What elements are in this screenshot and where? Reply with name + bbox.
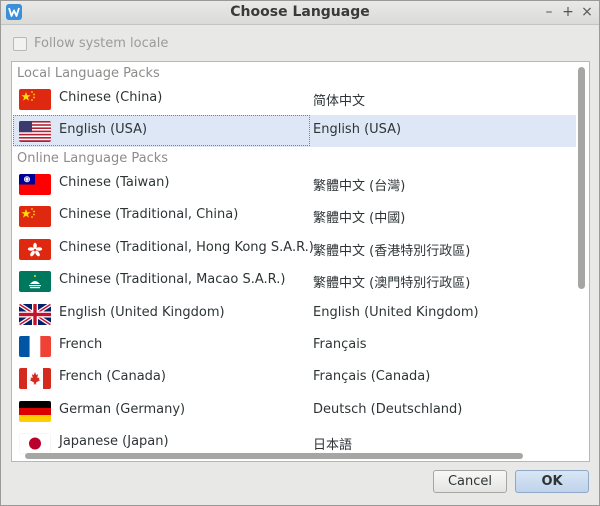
flag-tw-icon — [19, 174, 51, 195]
language-name: Chinese (Traditional, Macao S.A.R.) — [59, 272, 286, 288]
language-name: French (Canada) — [59, 369, 166, 385]
language-row[interactable]: French Français — [13, 330, 576, 362]
cancel-button[interactable]: Cancel — [433, 470, 507, 493]
flag-cn-icon — [19, 206, 51, 228]
flag-jp-icon — [19, 433, 51, 455]
language-row[interactable]: Chinese (Traditional, Macao S.A.R.) 繁體中文 … — [13, 265, 576, 297]
language-row[interactable]: Chinese (Taiwan) 繁體中文 (台灣) — [13, 168, 576, 200]
flag-ca-icon — [19, 368, 51, 390]
horizontal-scrollbar[interactable] — [25, 453, 523, 459]
language-name: German (Germany) — [59, 401, 186, 417]
language-native-name: English (United Kingdom) — [313, 304, 479, 320]
close-button[interactable]: × — [578, 3, 596, 21]
follow-system-locale-checkbox[interactable] — [13, 37, 27, 51]
language-name: Chinese (Traditional, China) — [59, 207, 239, 223]
language-row[interactable]: English (USA) English (USA) — [13, 115, 576, 148]
ok-button[interactable]: OK — [515, 470, 589, 493]
minimize-button[interactable]: – — [540, 3, 558, 21]
language-name: Chinese (Traditional, Hong Kong S.A.R.) — [59, 239, 314, 255]
language-native-name: 简体中文 — [313, 94, 366, 109]
follow-system-locale-label: Follow system locale — [34, 36, 169, 51]
language-row[interactable]: Chinese (Traditional, Hong Kong S.A.R.) 繁… — [13, 233, 576, 265]
flag-fr-icon — [19, 336, 51, 357]
flag-cn-icon — [19, 89, 51, 110]
language-row[interactable]: Chinese (Traditional, China) 繁體中文 (中國) — [13, 200, 576, 232]
online-packs-header: Online Language Packs — [17, 151, 169, 166]
language-name: Chinese (Taiwan) — [59, 175, 170, 190]
maximize-button[interactable]: + — [559, 3, 577, 21]
language-row[interactable]: German (Germany) Deutsch (Deutschland) — [13, 395, 576, 427]
language-native-name: 繁體中文 (香港特別行政區) — [313, 243, 471, 259]
language-row[interactable]: French (Canada) Français (Canada) — [13, 362, 576, 394]
language-native-name: 繁體中文 (台灣) — [313, 179, 406, 194]
choose-language-dialog: Choose Language – + × Follow system loca… — [0, 0, 600, 506]
flag-hk-icon — [19, 238, 51, 260]
language-list[interactable]: Local Language Packs Chinese (China) 简体中文… — [11, 61, 590, 462]
vertical-scrollbar[interactable] — [578, 67, 585, 289]
focus-outline — [13, 115, 310, 147]
flag-mo-icon — [19, 271, 51, 293]
window-title: Choose Language — [230, 4, 370, 20]
language-name: English (United Kingdom) — [59, 304, 225, 320]
local-packs-header: Local Language Packs — [17, 66, 160, 81]
language-native-name: 繁體中文 (澳門特別行政區) — [313, 276, 471, 292]
language-row[interactable]: Chinese (China) 简体中文 — [13, 83, 576, 115]
flag-gb-icon — [19, 303, 51, 325]
flag-de-icon — [19, 400, 51, 422]
language-row[interactable]: English (United Kingdom) English (United … — [13, 298, 576, 330]
language-native-name: 繁體中文 (中國) — [313, 211, 406, 227]
language-native-name: 日本語 — [313, 438, 353, 454]
language-native-name: English (USA) — [313, 122, 402, 138]
language-native-name: Français — [313, 337, 367, 352]
language-name: Chinese (China) — [59, 90, 163, 105]
language-native-name: Français (Canada) — [313, 369, 431, 385]
language-name: French — [59, 337, 103, 352]
language-name: Japanese (Japan) — [59, 434, 169, 450]
title-bar[interactable]: Choose Language – + × — [1, 1, 599, 25]
language-native-name: Deutsch (Deutschland) — [313, 401, 463, 417]
